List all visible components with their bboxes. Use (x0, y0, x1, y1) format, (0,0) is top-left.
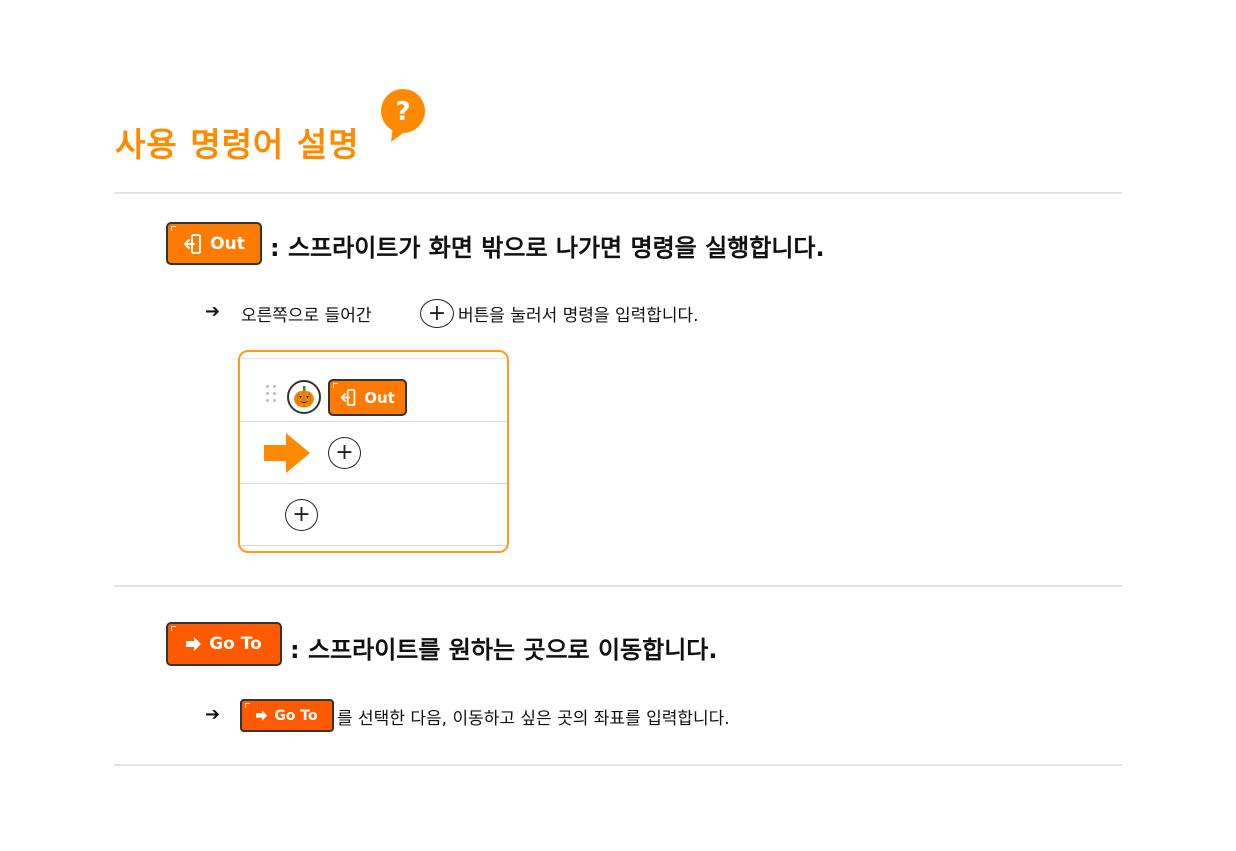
add-event-button[interactable]: + (285, 499, 318, 531)
out-heading: : 스프라이트가 화면 밖으로 나가면 명령을 실행합니다. (270, 234, 825, 262)
out-step-text-before: 오른쪽으로 들어간 (241, 306, 372, 326)
goto-block-label: Go To (209, 634, 262, 654)
demo-row-divider (240, 545, 507, 551)
out-block-label: Out (210, 233, 245, 254)
goto-block-button[interactable]: Go To (166, 622, 282, 666)
help-bubble-icon: ? (381, 89, 425, 142)
add-icon: + (420, 299, 454, 328)
divider (114, 192, 1122, 194)
demo-out-block-label: Out (364, 388, 395, 407)
goto-step-text: 를 선택한 다음, 이동하고 싶은 곳의 좌표를 입력합니다. (337, 709, 730, 729)
svg-text:?: ? (395, 97, 410, 127)
demo-row-when: Out (240, 358, 507, 422)
inline-goto-block-label: Go To (274, 707, 318, 724)
add-command-button[interactable]: + (328, 437, 361, 469)
demo-out-block[interactable]: Out (328, 379, 407, 416)
exit-door-icon (184, 233, 202, 254)
pumpkin-icon (287, 380, 321, 414)
demo-row-add-event: + (240, 483, 507, 546)
demo-row-add-command: + (240, 421, 507, 484)
out-block-button[interactable]: Out (166, 222, 262, 265)
bullet-arrow-icon: ➔ (205, 704, 221, 725)
bullet-arrow-icon: ➔ (205, 301, 221, 322)
divider (114, 764, 1122, 766)
out-step-text-after: 버튼을 눌러서 명령을 입력합니다. (458, 306, 699, 326)
right-arrow-icon (186, 637, 202, 651)
right-arrow-icon (256, 710, 268, 721)
inline-goto-block[interactable]: Go To (240, 699, 334, 732)
page-title: 사용 명령어 설명 (115, 125, 360, 164)
right-arrow-icon (264, 433, 310, 473)
exit-door-icon (341, 389, 356, 406)
goto-heading: : 스프라이트를 원하는 곳으로 이동합니다. (290, 636, 718, 664)
demo-panel: Out + + (238, 350, 509, 553)
divider (114, 585, 1122, 587)
